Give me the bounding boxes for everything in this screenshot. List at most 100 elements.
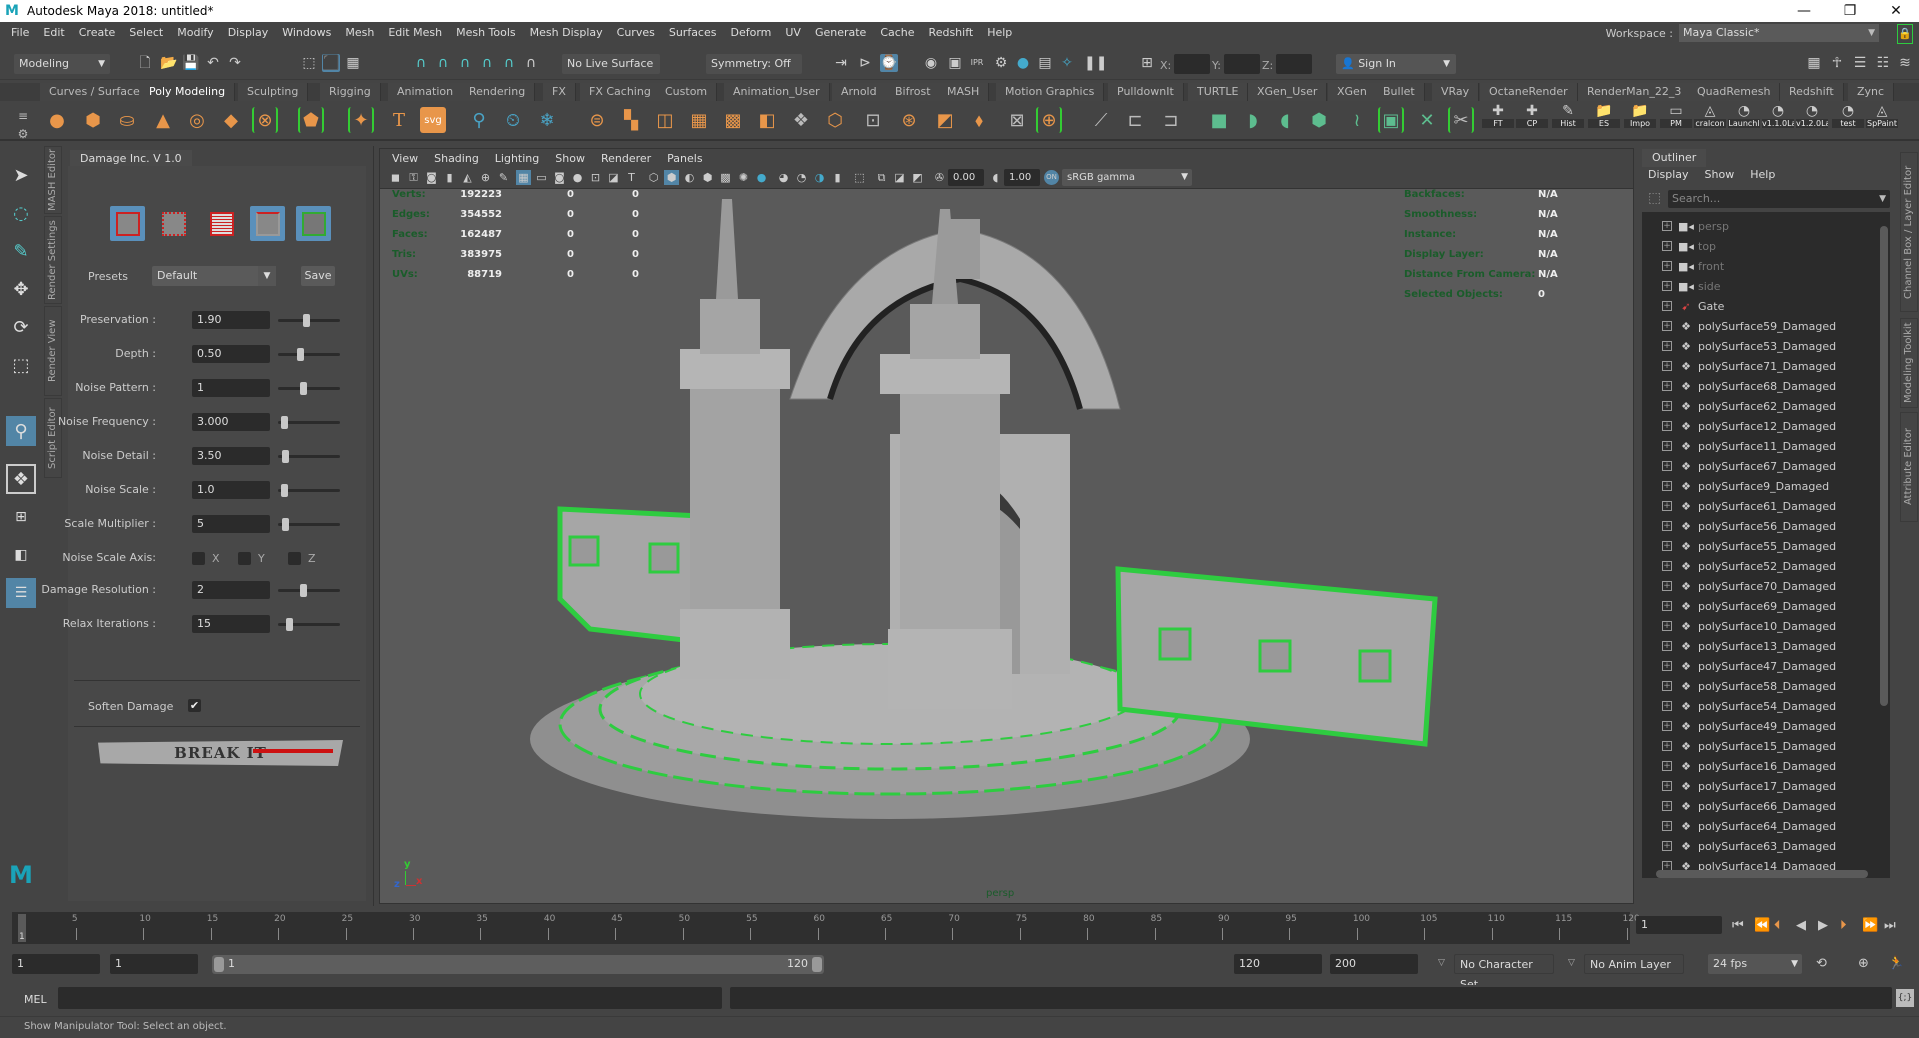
outliner-item[interactable]: + ❖ polySurface9_Damaged	[1642, 476, 1874, 496]
mode-dropdown[interactable]: Modeling ▼	[14, 54, 110, 74]
gamma-field[interactable]: 1.00	[1004, 169, 1040, 186]
bookmarks-icon[interactable]: ▮	[442, 170, 457, 185]
outliner-item[interactable]: + ❖ polySurface59_Damaged	[1642, 316, 1874, 336]
shelf-script-v1-1-0la[interactable]: ◔ v1.1.0La	[1762, 103, 1794, 139]
presets-dropdown[interactable]: Default ▼	[152, 266, 276, 286]
poly-plane-icon[interactable]: ◆	[218, 107, 244, 133]
param-value-field[interactable]: 2	[192, 581, 270, 599]
shelf-script-sppaint[interactable]: ◬ SpPaint	[1866, 103, 1898, 139]
poly-type-icon[interactable]: T	[386, 107, 412, 133]
viewport-menu-view[interactable]: View	[384, 152, 426, 165]
human-ik-icon[interactable]: ☥	[1828, 54, 1846, 72]
sweep-mesh-icon[interactable]: ⚲	[466, 107, 492, 133]
param-value-field[interactable]: 3.000	[192, 413, 270, 431]
xray-icon[interactable]: ⧉	[874, 170, 889, 185]
shelf-tab-fx-caching[interactable]: FX Caching	[580, 83, 661, 101]
shelf-settings-icon[interactable]: ⚙	[10, 121, 36, 147]
snap-view-plane-icon[interactable]: ∩	[478, 54, 496, 72]
live-surface-dropdown[interactable]: No Live Surface	[562, 54, 660, 74]
light-editor-icon[interactable]: ✧	[1058, 54, 1076, 72]
show-manipulator-tool-icon[interactable]: ⚲	[6, 416, 36, 446]
side-tab-attribute-editor[interactable]: Attribute Editor	[1900, 412, 1918, 522]
snap-point-icon[interactable]: ∩	[456, 54, 474, 72]
workspace-lock-icon[interactable]: 🔒	[1897, 24, 1913, 44]
xray-active-icon[interactable]: ◪	[892, 170, 907, 185]
shelf-script-test[interactable]: ◔ test	[1832, 103, 1864, 139]
gate-mask-icon[interactable]: ●	[570, 170, 585, 185]
menu-select[interactable]: Select	[122, 22, 170, 44]
time-slider-bar[interactable]: 1 5 10 15 20 25 30 35 40 45 50 55 60 65 70 75 80 85 90 95 1…	[12, 912, 1640, 944]
separate-icon[interactable]: ▚	[618, 107, 644, 133]
script-editor-icon[interactable]: {;}	[1896, 989, 1914, 1007]
outliner-item[interactable]: + ❖ polySurface58_Damaged	[1642, 676, 1874, 696]
menu-mesh[interactable]: Mesh	[338, 22, 381, 44]
search-dropdown-icon[interactable]: ▼	[1879, 190, 1886, 208]
safe-action-icon[interactable]: ◪	[606, 170, 621, 185]
animation-end-field[interactable]: 200	[1330, 954, 1418, 974]
gamma-icon[interactable]: ◖	[988, 170, 1003, 185]
shelf-script-pm[interactable]: ▭ PM	[1660, 103, 1692, 139]
expand-icon[interactable]: +	[1662, 741, 1672, 751]
render-view-icon[interactable]: ◉	[922, 54, 940, 72]
menu-uv[interactable]: UV	[778, 22, 808, 44]
expand-icon[interactable]: +	[1662, 841, 1672, 851]
anti-aliasing-icon[interactable]: ◑	[812, 170, 827, 185]
bevel-icon[interactable]: ❖	[788, 107, 814, 133]
param-slider-thumb[interactable]	[286, 618, 294, 631]
axis-x-checkbox[interactable]	[192, 552, 205, 565]
viewport-menu-lighting[interactable]: Lighting	[487, 152, 547, 165]
outliner-item[interactable]: + ❖ polySurface67_Damaged	[1642, 456, 1874, 476]
combine-icon[interactable]: ⊜	[584, 107, 610, 133]
outliner-search-input[interactable]: Search... ▼	[1668, 190, 1890, 208]
play-backwards-icon[interactable]: ◀	[1796, 918, 1806, 933]
shelf-tab-motion-graphics[interactable]: Motion Graphics	[996, 83, 1105, 101]
menu-display[interactable]: Display	[221, 22, 276, 44]
connect-icon[interactable]: ⊠	[1004, 107, 1030, 133]
shelf-script-ft[interactable]: ✚ FT	[1482, 103, 1514, 139]
side-tab-script-editor[interactable]: Script Editor	[44, 398, 62, 478]
xray-joints-icon[interactable]: ◩	[910, 170, 925, 185]
go-to-end-icon[interactable]: ⏭	[1884, 918, 1896, 933]
workspace-dropdown[interactable]: Maya Classic*	[1679, 24, 1879, 42]
shelf-tab-vray[interactable]: VRay	[1432, 83, 1480, 101]
menu-mesh-display[interactable]: Mesh Display	[523, 22, 610, 44]
motion-blur-icon[interactable]: ◔	[794, 170, 809, 185]
range-slider[interactable]: 1 120	[212, 955, 824, 974]
outliner-item[interactable]: + ❖ polySurface12_Damaged	[1642, 416, 1874, 436]
outliner-item[interactable]: + ❖ polySurface47_Damaged	[1642, 656, 1874, 676]
menu-create[interactable]: Create	[72, 22, 123, 44]
outliner-vertical-scrollbar[interactable]	[1880, 216, 1888, 856]
expand-icon[interactable]: +	[1662, 221, 1672, 231]
edit-edge-flow-icon[interactable]: ⟋	[1088, 107, 1114, 133]
shelf-tab-xgen-user[interactable]: XGen_User	[1248, 83, 1328, 101]
menu-redshift[interactable]: Redshift	[922, 22, 981, 44]
outliner-item[interactable]: + ❖ polySurface66_Damaged	[1642, 796, 1874, 816]
expand-icon[interactable]: +	[1662, 321, 1672, 331]
expand-icon[interactable]: +	[1662, 461, 1672, 471]
shelf-tab-turtle[interactable]: TURTLE	[1188, 83, 1249, 101]
soften-damage-checkbox[interactable]: ✔	[188, 699, 201, 712]
param-slider-thumb[interactable]	[280, 416, 288, 429]
expand-icon[interactable]: +	[1662, 621, 1672, 631]
history-icon[interactable]: ⌚	[880, 54, 898, 72]
undo-icon[interactable]: ↶	[204, 54, 222, 72]
film-gate-icon[interactable]: ▭	[534, 170, 549, 185]
input-ops-icon[interactable]: ⊳	[856, 54, 874, 72]
outliner-item[interactable]: + ❖ polySurface15_Damaged	[1642, 736, 1874, 756]
axis-y-checkbox[interactable]	[238, 552, 251, 565]
auto-key-icon[interactable]: ⊕	[1858, 956, 1869, 971]
shelf-tab-bullet[interactable]: Bullet	[1374, 83, 1425, 101]
shelf-script-v1-2-0la[interactable]: ◔ v1.2.0La	[1796, 103, 1828, 139]
open-scene-icon[interactable]: 📂	[160, 54, 178, 72]
sign-in-button[interactable]: 👤 Sign In ▼	[1336, 54, 1456, 74]
safe-title-icon[interactable]: T	[624, 170, 639, 185]
view-transform-dropdown[interactable]: sRGB gamma ▼	[1062, 169, 1192, 186]
shelf-tab-custom[interactable]: Custom	[656, 83, 718, 101]
poly-cube-icon[interactable]: ⬢	[80, 107, 106, 133]
param-slider-thumb[interactable]	[282, 518, 290, 531]
exposure-icon[interactable]: ✇	[932, 170, 947, 185]
image-plane-icon[interactable]: ◭	[460, 170, 475, 185]
symmetry-dropdown[interactable]: Symmetry: Off	[706, 54, 802, 74]
damage-slice-preset-icon[interactable]	[250, 206, 285, 241]
param-slider-thumb[interactable]	[297, 348, 305, 361]
